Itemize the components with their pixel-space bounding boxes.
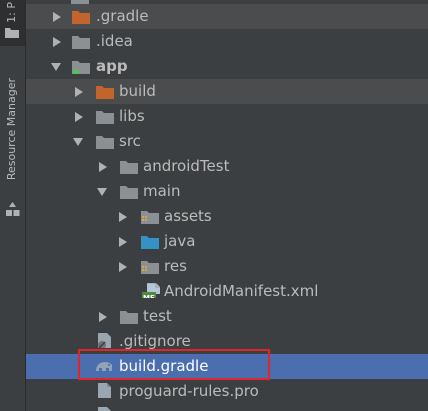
expand-arrow-icon[interactable] — [53, 37, 61, 47]
text-file-icon — [98, 383, 111, 398]
tree-row-libs[interactable]: libs — [26, 104, 428, 129]
tree-row-java[interactable]: java — [26, 229, 428, 254]
tree-row-androidtest[interactable]: androidTest — [26, 154, 428, 179]
tree-row-assets[interactable]: assets — [26, 204, 428, 229]
tree-item-label: AndroidManifest.xml — [164, 282, 319, 300]
collapse-arrow-icon[interactable] — [73, 138, 83, 146]
expand-arrow-icon[interactable] — [53, 12, 61, 22]
tree-item-label: libs — [119, 107, 145, 125]
folder-icon — [72, 36, 90, 49]
tree-item-label: res — [164, 257, 187, 275]
expand-arrow-icon[interactable] — [75, 87, 83, 97]
folder-icon — [120, 161, 138, 174]
expand-arrow-icon[interactable] — [119, 212, 127, 222]
folder-icon — [96, 136, 114, 149]
ignore-file-icon — [98, 333, 111, 348]
tree-item-label: app — [96, 57, 128, 75]
tree-row-proguard[interactable]: proguard-rules.pro — [26, 379, 428, 404]
excluded-folder-icon — [96, 86, 114, 99]
project-tool-tab[interactable]: 1: P — [0, 0, 25, 46]
tree-row-app[interactable]: app — [26, 54, 428, 79]
tree-row-gitignore[interactable]: .gitignore — [26, 329, 428, 354]
file-icon — [98, 407, 111, 411]
tree-item-label: proguard-rules.pro — [119, 382, 259, 400]
expand-arrow-icon[interactable] — [119, 262, 127, 272]
folder-icon — [5, 28, 19, 38]
expand-arrow-icon[interactable] — [99, 162, 107, 172]
tree-item-label: build.gradle — [119, 357, 209, 375]
manifest-badge: MF — [143, 294, 155, 298]
resource-manager-icon — [6, 202, 20, 216]
tree-item-label: androidTest — [143, 157, 230, 175]
gradle-file-icon — [96, 362, 112, 371]
tree-item-label: src — [119, 132, 141, 150]
folder-icon — [96, 111, 114, 124]
resources-folder-icon — [141, 261, 159, 274]
tree-row-test[interactable]: test — [26, 304, 428, 329]
tree-item-label: java — [164, 232, 196, 250]
tree-row-androidmanifest[interactable]: MF AndroidManifest.xml — [26, 279, 428, 304]
folder-icon — [120, 186, 138, 199]
tree-item-label: .idea — [96, 32, 133, 50]
tree-item-label: .gradle — [96, 7, 149, 25]
resource-manager-tab[interactable]: Resource Manager — [0, 78, 25, 228]
tree-row-gradle-dir[interactable]: .gradle — [26, 4, 428, 29]
tree-item-label: main — [143, 182, 181, 200]
resources-folder-icon — [141, 211, 159, 224]
expand-arrow-icon[interactable] — [75, 112, 83, 122]
project-tab-label: 1: P — [5, 2, 18, 23]
module-folder-icon — [72, 61, 90, 74]
tree-item-label: .gitignore — [119, 332, 191, 350]
tree-row-src[interactable]: src — [26, 129, 428, 154]
excluded-folder-icon — [72, 11, 90, 24]
tree-row-res[interactable]: res — [26, 254, 428, 279]
expand-arrow-icon[interactable] — [99, 312, 107, 322]
tree-item-label: test — [143, 307, 172, 325]
tree-item-label: build — [119, 82, 156, 100]
manifest-file-icon: MF — [142, 283, 160, 298]
resource-manager-label: Resource Manager — [5, 78, 18, 181]
collapse-arrow-icon[interactable] — [97, 188, 107, 196]
tree-item-label: assets — [164, 207, 212, 225]
tree-row-build-dir[interactable]: build — [26, 79, 428, 104]
source-folder-icon — [141, 236, 159, 249]
folder-icon — [120, 311, 138, 324]
tree-row-main[interactable]: main — [26, 179, 428, 204]
project-tree: .gradle .idea app build libs src android… — [26, 0, 428, 411]
tree-row-idea[interactable]: .idea — [26, 29, 428, 54]
tool-window-strip: 1: P Resource Manager — [0, 0, 26, 411]
tree-row-partial-bottom — [26, 404, 428, 411]
collapse-arrow-icon[interactable] — [51, 63, 61, 71]
tree-row-build-gradle[interactable]: build.gradle — [26, 354, 428, 379]
expand-arrow-icon[interactable] — [119, 237, 127, 247]
